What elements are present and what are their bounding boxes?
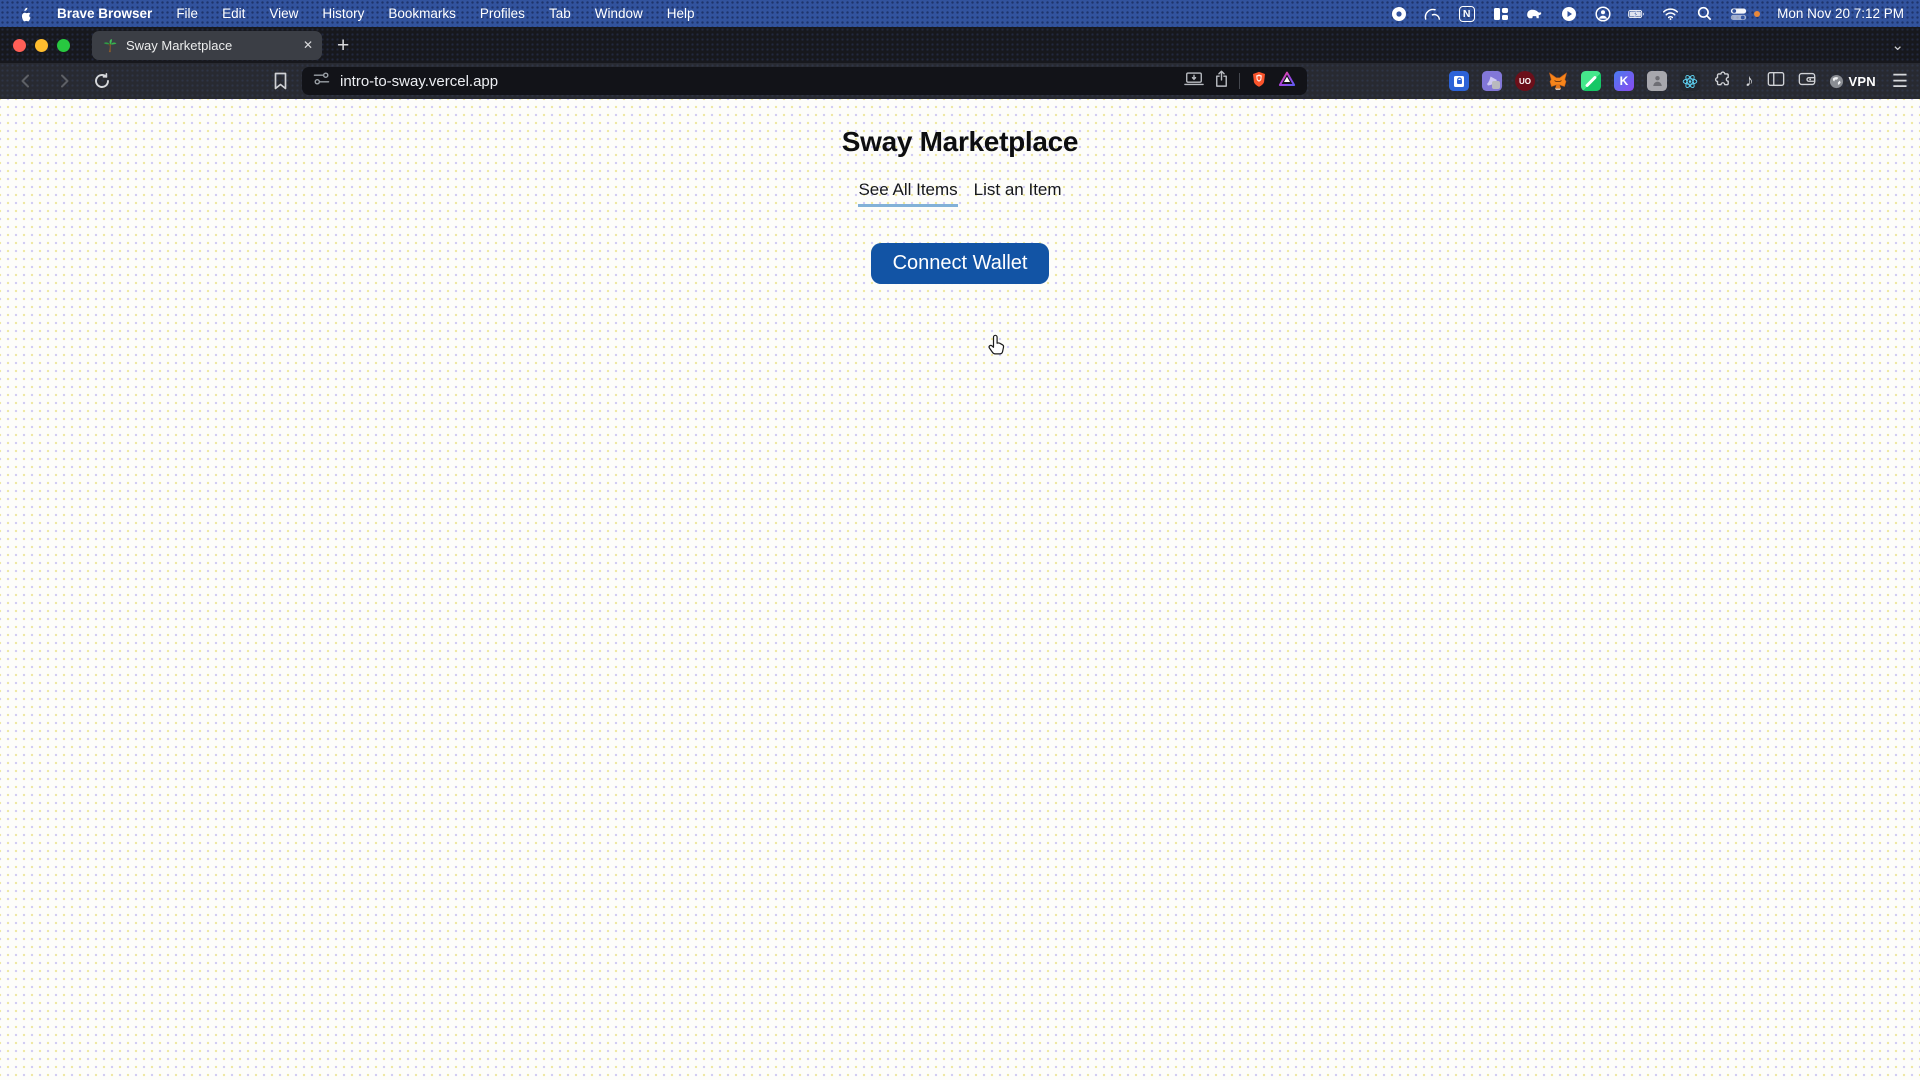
mouse-cursor-pointer — [985, 334, 1007, 363]
brave-vpn-button[interactable]: VPN — [1829, 74, 1876, 89]
metamask-extension-icon[interactable] — [1548, 71, 1568, 91]
battery-charging-icon[interactable] — [1628, 5, 1645, 22]
notion-letter: N — [1459, 6, 1475, 22]
arc-app-icon[interactable] — [1424, 5, 1441, 22]
purple-extension-icon[interactable] — [1482, 71, 1502, 91]
macos-menu-bar: Brave Browser File Edit View History Boo… — [0, 0, 1920, 27]
share-icon[interactable] — [1214, 70, 1229, 93]
zoom-window-button[interactable] — [57, 39, 70, 52]
url-bar[interactable]: intro-to-sway.vercel.app — [302, 67, 1307, 95]
window-tiles-icon[interactable] — [1492, 5, 1509, 22]
browser-toolbar: intro-to-sway.vercel.app UO K — [0, 63, 1920, 99]
menubar-item-window[interactable]: Window — [595, 6, 643, 21]
brave-wallet-icon[interactable] — [1798, 71, 1816, 92]
control-center-icon[interactable] — [1730, 5, 1747, 22]
wifi-icon[interactable] — [1662, 5, 1679, 22]
menubar-app-name[interactable]: Brave Browser — [57, 6, 152, 21]
keplr-extension-icon[interactable]: K — [1614, 71, 1634, 91]
urlbar-divider — [1239, 73, 1240, 89]
menubar-item-bookmarks[interactable]: Bookmarks — [388, 6, 456, 21]
green-extension-icon[interactable] — [1581, 71, 1601, 91]
notification-dot — [1754, 11, 1760, 17]
apple-logo-icon[interactable] — [16, 5, 33, 22]
back-button[interactable] — [12, 67, 40, 95]
brave-shields-icon[interactable] — [1250, 70, 1268, 93]
tab-title: Sway Marketplace — [126, 38, 295, 53]
tab-see-all-items[interactable]: See All Items — [858, 180, 957, 207]
extensions-cluster: UO K ♪ VPN ☰ — [1449, 69, 1908, 93]
reload-button[interactable] — [88, 67, 116, 95]
play-status-icon[interactable] — [1560, 5, 1577, 22]
menubar-item-file[interactable]: File — [176, 6, 198, 21]
menubar-item-edit[interactable]: Edit — [222, 6, 245, 21]
url-text[interactable]: intro-to-sway.vercel.app — [340, 73, 498, 90]
vpn-label: VPN — [1849, 74, 1876, 89]
menubar-clock[interactable]: Mon Nov 20 7:12 PM — [1777, 6, 1904, 21]
forward-button[interactable] — [50, 67, 78, 95]
react-devtools-extension-icon[interactable] — [1680, 71, 1700, 91]
page-nav: See All Items List an Item — [858, 180, 1061, 207]
new-tab-button[interactable]: + — [337, 35, 349, 56]
spotlight-search-icon[interactable] — [1696, 5, 1713, 22]
extensions-puzzle-icon[interactable] — [1713, 69, 1732, 93]
menubar-item-profiles[interactable]: Profiles — [480, 6, 525, 21]
record-status-icon[interactable] — [1390, 5, 1407, 22]
user-account-icon[interactable] — [1594, 5, 1611, 22]
browser-menu-icon[interactable]: ☰ — [1892, 71, 1908, 92]
media-control-icon[interactable]: ♪ — [1745, 71, 1754, 91]
bookmark-icon[interactable] — [266, 67, 294, 95]
menubar-item-tab[interactable]: Tab — [549, 6, 571, 21]
brave-rewards-icon[interactable] — [1278, 70, 1296, 93]
tab-close-icon[interactable]: ✕ — [303, 38, 313, 52]
tab-search-chevron-icon[interactable]: ⌄ — [1891, 36, 1904, 54]
reading-mode-icon[interactable] — [1184, 71, 1204, 92]
browser-tab-strip: Sway Marketplace ✕ + ⌄ — [0, 27, 1920, 63]
minimize-window-button[interactable] — [35, 39, 48, 52]
password-manager-extension-icon[interactable] — [1449, 71, 1469, 91]
menubar-item-help[interactable]: Help — [667, 6, 695, 21]
menubar-item-view[interactable]: View — [269, 6, 298, 21]
palm-tree-favicon — [101, 37, 118, 54]
window-controls — [0, 39, 70, 52]
sidebar-toggle-icon[interactable] — [1767, 71, 1785, 92]
ublock-badge-text: UO — [1519, 77, 1531, 86]
connect-wallet-button[interactable]: Connect Wallet — [871, 243, 1050, 284]
grey-extension-icon[interactable] — [1647, 71, 1667, 91]
elephant-app-icon[interactable] — [1526, 5, 1543, 22]
notion-app-icon[interactable]: N — [1458, 5, 1475, 22]
site-settings-icon[interactable] — [313, 71, 330, 91]
page-title: Sway Marketplace — [0, 99, 1920, 158]
keplr-letter: K — [1620, 74, 1629, 88]
menubar-item-history[interactable]: History — [322, 6, 364, 21]
ublock-extension-icon[interactable]: UO — [1515, 71, 1535, 91]
browser-tab-sway-marketplace[interactable]: Sway Marketplace ✕ — [92, 31, 322, 60]
close-window-button[interactable] — [13, 39, 26, 52]
tab-list-an-item[interactable]: List an Item — [974, 180, 1062, 207]
page-content: Sway Marketplace See All Items List an I… — [0, 99, 1920, 1080]
